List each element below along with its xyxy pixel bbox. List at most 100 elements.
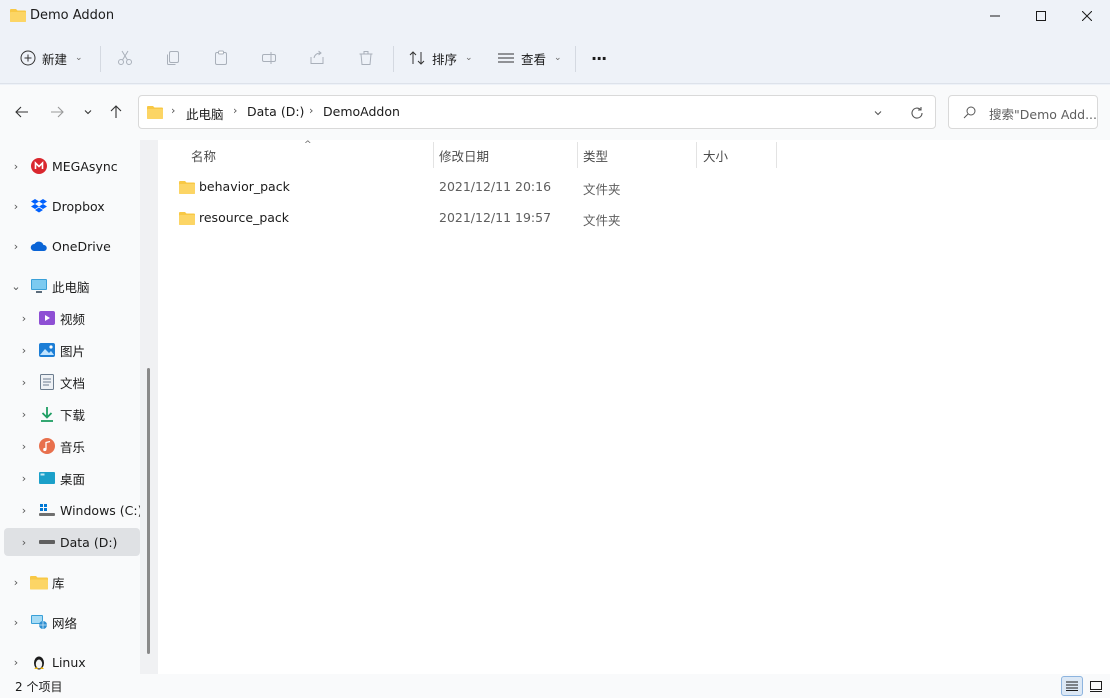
chevron-right-icon[interactable]: › bbox=[18, 408, 30, 421]
sidebar-item-this-pc[interactable]: ⌄ 此电脑 bbox=[4, 272, 140, 300]
maximize-button[interactable] bbox=[1018, 0, 1064, 32]
address-bar[interactable]: › 此电脑 › Data (D:) › DemoAddon bbox=[138, 95, 936, 129]
breadcrumb-this-pc[interactable]: 此电脑 bbox=[186, 104, 224, 123]
status-bar: 2 个项目 bbox=[0, 674, 1110, 698]
sidebar-item-data-d[interactable]: › Data (D:) bbox=[4, 528, 140, 556]
network-icon bbox=[30, 613, 48, 631]
sidebar-item-windows-c[interactable]: › Windows (C:) bbox=[4, 496, 143, 524]
file-row[interactable]: behavior_pack 2021/12/11 20:16 文件夹 bbox=[174, 173, 774, 201]
sidebar-item-network[interactable]: › 网络 bbox=[4, 608, 140, 636]
sidebar-item-desktop[interactable]: › 桌面 bbox=[4, 464, 140, 492]
refresh-icon[interactable] bbox=[910, 106, 924, 120]
command-bar: 新建 ⌄ 排序 ⌄ 查看 ⌄ ··· bbox=[0, 32, 1110, 84]
sort-icon bbox=[409, 51, 425, 65]
pictures-icon bbox=[38, 341, 56, 359]
sidebar-item-music[interactable]: › 音乐 bbox=[4, 432, 140, 460]
sidebar-item-label: 库 bbox=[52, 575, 65, 591]
column-header-date[interactable]: 修改日期 bbox=[439, 146, 489, 170]
column-divider[interactable] bbox=[776, 142, 777, 168]
sidebar-item-label: 视频 bbox=[60, 311, 86, 327]
file-type: 文件夹 bbox=[583, 213, 621, 228]
view-label: 查看 bbox=[521, 51, 547, 67]
minimize-button[interactable] bbox=[972, 0, 1018, 32]
sidebar-item-label: Data (D:) bbox=[60, 534, 118, 550]
sidebar-item-dropbox[interactable]: › Dropbox bbox=[4, 192, 140, 220]
sort-button[interactable]: 排序 ⌄ bbox=[408, 42, 473, 74]
music-icon bbox=[38, 437, 56, 455]
sidebar-item-label: 图片 bbox=[60, 343, 86, 359]
share-icon bbox=[310, 50, 324, 64]
chevron-right-icon[interactable]: › bbox=[10, 616, 22, 629]
sidebar-item-linux[interactable]: › Linux bbox=[4, 648, 140, 676]
column-header-name[interactable]: 名称 bbox=[191, 146, 216, 170]
chevron-right-icon[interactable]: › bbox=[18, 504, 30, 517]
chevron-right-icon[interactable]: › bbox=[10, 656, 22, 669]
scrollbar-thumb[interactable] bbox=[147, 368, 150, 654]
chevron-right-icon[interactable]: › bbox=[18, 536, 30, 549]
forward-button[interactable] bbox=[45, 100, 69, 124]
search-input[interactable]: 搜索"Demo Add... bbox=[989, 104, 1097, 123]
window-title: Demo Addon bbox=[30, 8, 115, 23]
breadcrumb-chevron-icon: › bbox=[171, 104, 176, 117]
file-date: 2021/12/11 20:16 bbox=[439, 179, 552, 194]
sidebar-item-pictures[interactable]: › 图片 bbox=[4, 336, 140, 364]
more-button[interactable]: ··· bbox=[591, 42, 607, 74]
chevron-right-icon[interactable]: › bbox=[18, 312, 30, 325]
sidebar-item-onedrive[interactable]: › OneDrive bbox=[4, 232, 140, 260]
pc-icon bbox=[30, 277, 48, 295]
sidebar-item-downloads[interactable]: › 下载 bbox=[4, 400, 140, 428]
arrow-left-icon bbox=[15, 106, 28, 118]
sidebar-item-documents[interactable]: › 文档 bbox=[4, 368, 140, 396]
chevron-right-icon[interactable]: › bbox=[18, 376, 30, 389]
chevron-right-icon[interactable]: › bbox=[18, 472, 30, 485]
clipboard-icon bbox=[215, 50, 227, 65]
sidebar-item-megasync[interactable]: › MEGAsync bbox=[4, 152, 140, 180]
tiles-view-button[interactable] bbox=[1085, 676, 1107, 696]
sidebar-scrollbar[interactable] bbox=[140, 140, 158, 674]
breadcrumb-demoaddon[interactable]: DemoAddon bbox=[323, 104, 400, 119]
recent-locations-button[interactable] bbox=[76, 100, 100, 124]
column-header-size[interactable]: 大小 bbox=[703, 146, 728, 170]
sidebar-item-libraries[interactable]: › 库 bbox=[4, 568, 140, 596]
chevron-right-icon[interactable]: › bbox=[10, 576, 22, 589]
column-divider[interactable] bbox=[696, 142, 697, 168]
chevron-right-icon[interactable]: › bbox=[10, 160, 22, 173]
sidebar-item-label: Windows (C:) bbox=[60, 502, 143, 518]
video-icon bbox=[38, 309, 56, 327]
copy-button[interactable] bbox=[165, 42, 181, 74]
file-name: behavior_pack bbox=[199, 179, 290, 194]
chevron-down-icon[interactable]: ⌄ bbox=[10, 280, 22, 293]
chevron-right-icon[interactable]: › bbox=[10, 240, 22, 253]
chevron-right-icon[interactable]: › bbox=[18, 440, 30, 453]
column-header-type[interactable]: 类型 bbox=[583, 146, 608, 170]
new-label: 新建 bbox=[42, 51, 68, 67]
file-row[interactable]: resource_pack 2021/12/11 19:57 文件夹 bbox=[174, 204, 774, 232]
back-button[interactable] bbox=[10, 100, 34, 124]
column-divider[interactable] bbox=[577, 142, 578, 168]
new-button[interactable]: 新建 ⌄ bbox=[20, 42, 83, 74]
breadcrumb-data-d[interactable]: Data (D:) bbox=[247, 104, 304, 119]
chevron-right-icon[interactable]: › bbox=[18, 344, 30, 357]
close-button[interactable] bbox=[1064, 0, 1110, 32]
file-name: resource_pack bbox=[199, 210, 290, 225]
sidebar-item-label: 此电脑 bbox=[52, 279, 90, 295]
chevron-down-icon: ⌄ bbox=[465, 53, 473, 63]
linux-icon bbox=[30, 653, 48, 671]
item-count: 2 个项目 bbox=[15, 680, 63, 694]
delete-button[interactable] bbox=[358, 42, 374, 74]
cut-button[interactable] bbox=[117, 42, 133, 74]
up-button[interactable] bbox=[104, 100, 128, 124]
chevron-right-icon[interactable]: › bbox=[10, 200, 22, 213]
column-divider[interactable] bbox=[433, 142, 434, 168]
desktop-icon bbox=[38, 469, 56, 487]
chevron-down-icon[interactable] bbox=[873, 108, 883, 118]
share-button[interactable] bbox=[309, 42, 325, 74]
sidebar-item-label: 音乐 bbox=[60, 439, 86, 455]
rename-button[interactable] bbox=[261, 42, 277, 74]
paste-button[interactable] bbox=[213, 42, 229, 74]
view-menu-button[interactable]: 查看 ⌄ bbox=[497, 42, 562, 74]
details-view-button[interactable] bbox=[1061, 676, 1083, 696]
sidebar-item-videos[interactable]: › 视频 bbox=[4, 304, 140, 332]
toolbar-divider bbox=[100, 46, 101, 72]
search-box[interactable]: 搜索"Demo Add... bbox=[948, 95, 1098, 129]
